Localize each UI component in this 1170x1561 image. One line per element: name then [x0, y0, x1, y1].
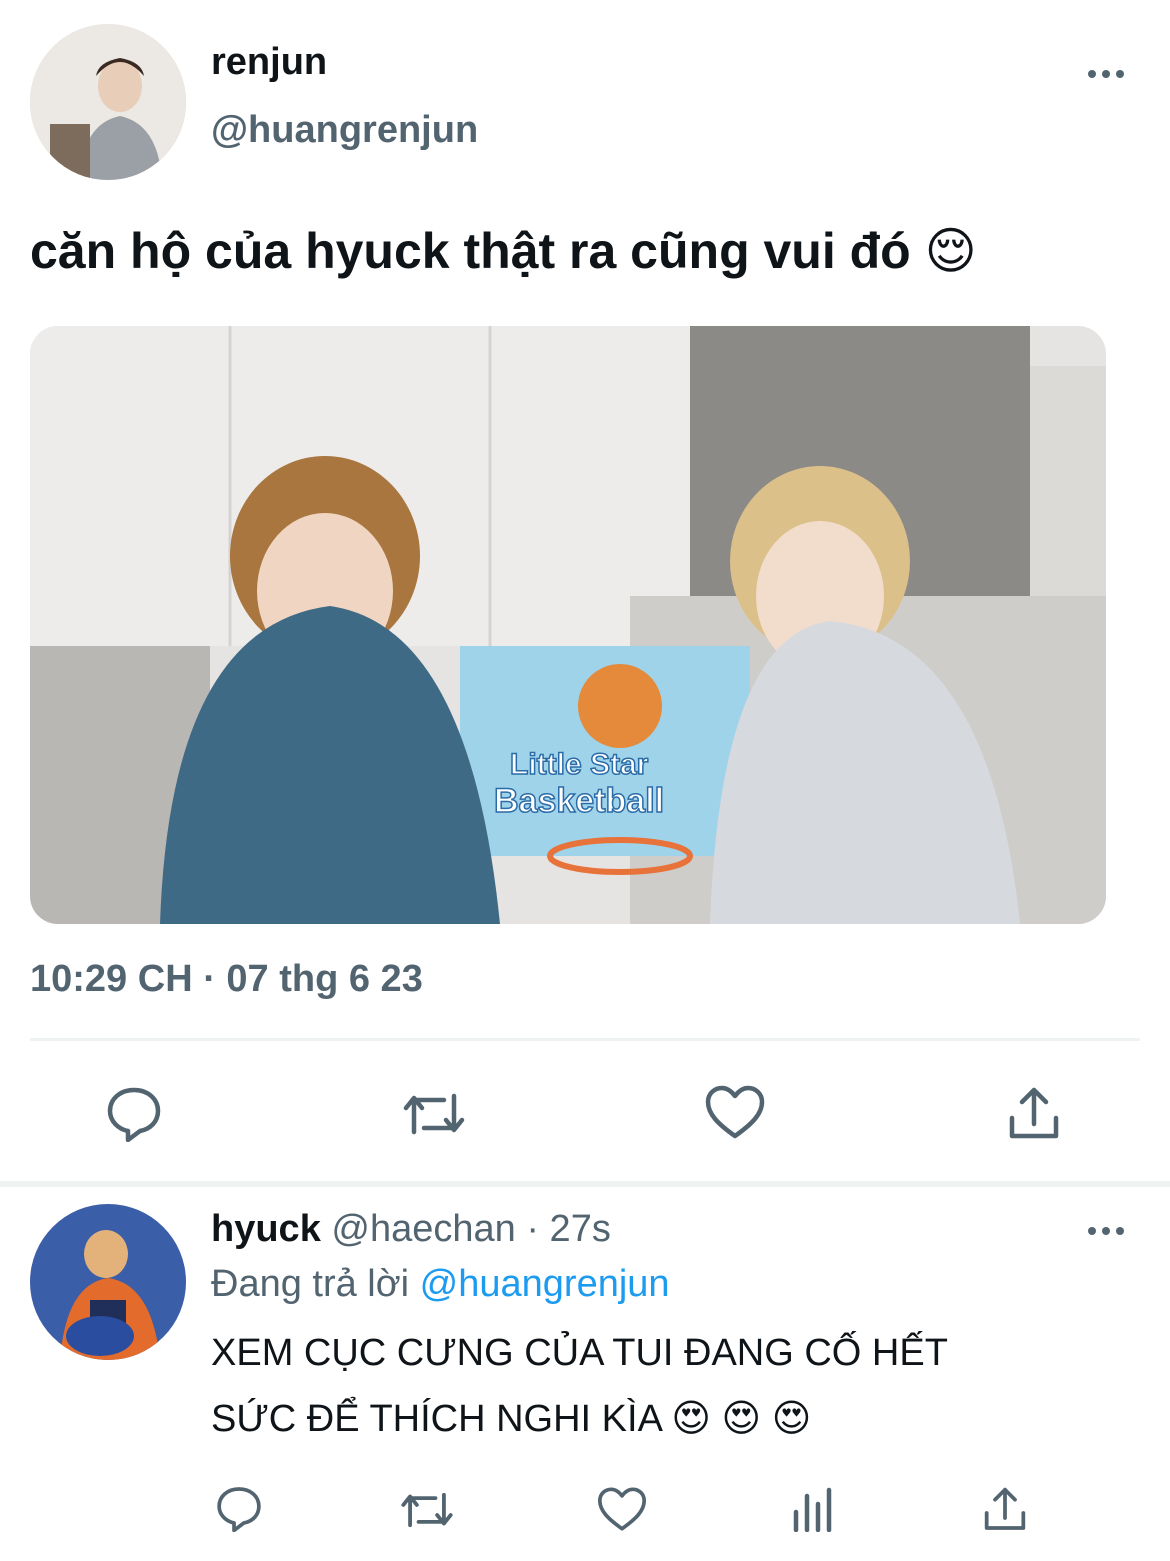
dot: [1102, 1227, 1110, 1235]
reply-text-line2: SỨC ĐỂ THÍCH NGHI KÌA 😍 😍 😍: [211, 1398, 812, 1440]
reply-time[interactable]: · 27s: [526, 1208, 610, 1250]
reply-more-options-button[interactable]: [1088, 1227, 1124, 1235]
reply-avatar-photo: [30, 1204, 186, 1360]
section-divider: [0, 1181, 1170, 1187]
reply-handle[interactable]: @haechan: [331, 1208, 515, 1250]
dot: [1102, 70, 1110, 78]
reply-display-name[interactable]: hyuck: [211, 1208, 321, 1250]
analytics-icon[interactable]: [792, 1486, 836, 1532]
author-avatar[interactable]: [30, 24, 186, 180]
tweet-text: căn hộ của hyuck thật ra cũng vui đó 😌: [30, 223, 977, 279]
reply-author-avatar[interactable]: [30, 1204, 186, 1360]
author-display-name[interactable]: renjun: [211, 40, 327, 84]
tweet-image[interactable]: Little Star Basketball: [30, 326, 1106, 924]
retweet-icon[interactable]: [400, 1088, 468, 1140]
more-options-button[interactable]: [1088, 70, 1124, 78]
avatar-photo: [30, 24, 186, 180]
replying-to-link[interactable]: @huangrenjun: [420, 1263, 670, 1305]
image-text-line1: Little Star: [510, 748, 649, 781]
divider: [30, 1038, 1140, 1041]
like-icon[interactable]: [596, 1486, 648, 1532]
photo-illustration: Little Star Basketball: [30, 326, 1106, 924]
share-icon[interactable]: [1004, 1084, 1064, 1140]
dot: [1088, 70, 1096, 78]
replying-to: Đang trả lời @huangrenjun: [211, 1262, 670, 1306]
dot: [1116, 1227, 1124, 1235]
share-icon[interactable]: [980, 1484, 1030, 1532]
reply-icon[interactable]: [104, 1084, 164, 1142]
dot: [1088, 1227, 1096, 1235]
reply-text-line1: XEM CỤC CƯNG CỦA TUI ĐANG CỐ HẾT: [211, 1332, 948, 1374]
image-text-line2: Basketball: [494, 782, 664, 820]
reply-icon[interactable]: [214, 1484, 264, 1532]
replying-prefix: Đang trả lời: [211, 1263, 410, 1305]
like-icon[interactable]: [704, 1084, 766, 1140]
retweet-icon[interactable]: [398, 1488, 456, 1532]
reply-header: hyuck @haechan · 27s: [211, 1207, 611, 1251]
author-handle[interactable]: @huangrenjun: [211, 108, 478, 152]
dot: [1116, 70, 1124, 78]
tweet-timestamp[interactable]: 10:29 CH · 07 thg 6 23: [30, 956, 423, 1002]
